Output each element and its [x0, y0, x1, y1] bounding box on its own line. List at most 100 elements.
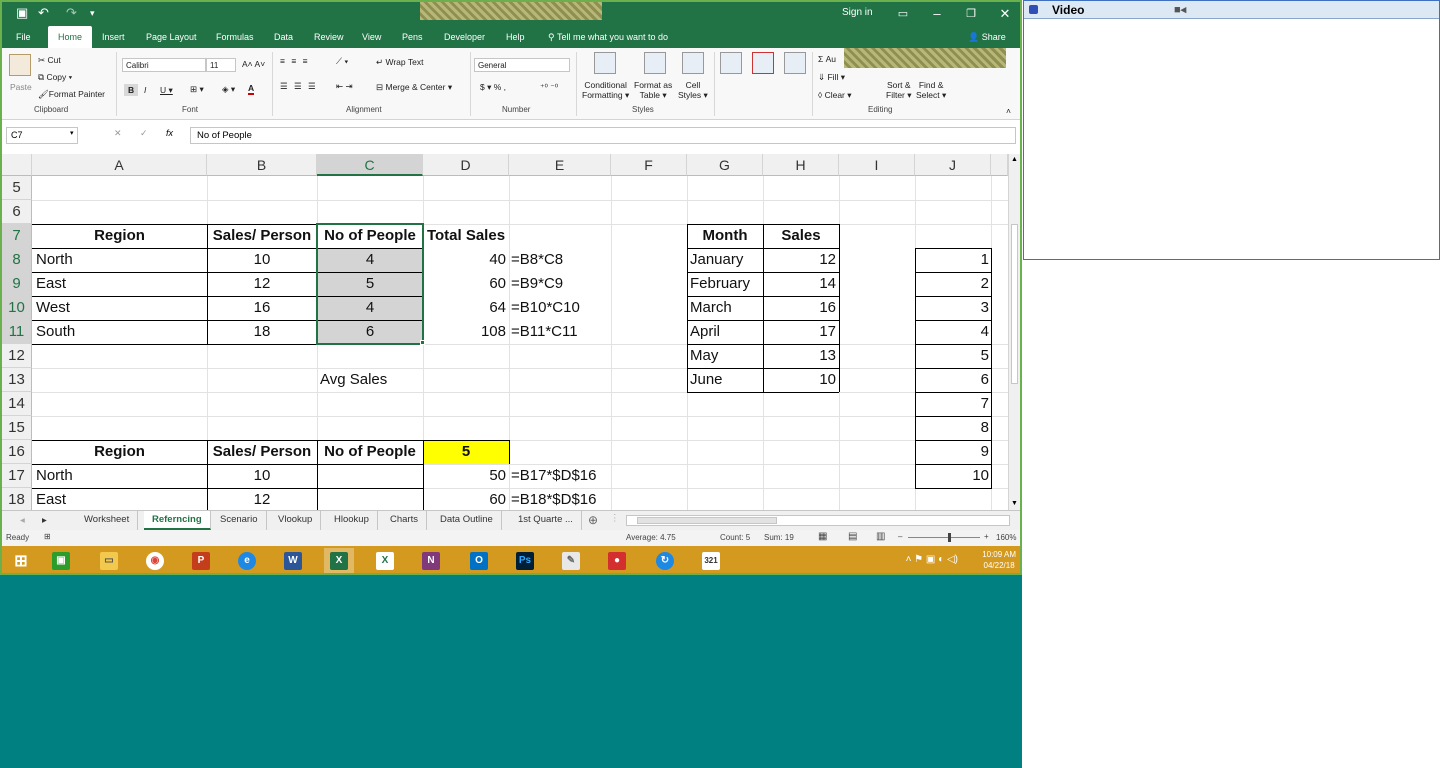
number-format-dropdown[interactable]: General: [474, 58, 570, 72]
cell-j8[interactable]: 1: [915, 248, 989, 272]
file-explorer-app[interactable]: ▭: [94, 548, 124, 573]
bold-button[interactable]: B: [124, 84, 139, 96]
formula-input[interactable]: No of People: [190, 127, 1016, 144]
cell-c7[interactable]: No of People: [317, 224, 423, 248]
cell-c10[interactable]: 4: [317, 296, 423, 320]
store-app[interactable]: ▣: [46, 548, 76, 573]
column-header-g[interactable]: G: [687, 154, 763, 176]
next-sheet-icon[interactable]: ▸: [42, 515, 47, 526]
row-header[interactable]: 15: [2, 416, 32, 440]
cell-j11[interactable]: 4: [915, 320, 989, 344]
close-button[interactable]: ✕: [988, 4, 1020, 24]
cell-j12[interactable]: 5: [915, 344, 989, 368]
edge-app[interactable]: e: [232, 548, 262, 573]
row-header[interactable]: 6: [2, 200, 32, 224]
insert-cells-icon[interactable]: [720, 52, 742, 74]
start-button[interactable]: ⊞: [6, 548, 36, 573]
redo-icon[interactable]: ↷: [66, 5, 77, 21]
system-tray-icons[interactable]: ˄ ⚑ ▣ ◐ ◁): [906, 554, 958, 565]
sheet-tab-worksheet[interactable]: Worksheet: [76, 511, 139, 530]
tab-help[interactable]: Help: [500, 26, 531, 48]
cell-d16[interactable]: 5: [423, 440, 509, 464]
column-header-b[interactable]: B: [207, 154, 317, 176]
cell-e9[interactable]: =B9*C9: [511, 272, 563, 296]
voice-recorder-app[interactable]: ●: [602, 548, 632, 573]
decimal-icons[interactable]: ⁺⁰ ⁻⁰: [540, 82, 558, 93]
sheet-tab-data-outline[interactable]: Data Outline: [432, 511, 502, 530]
paint-app[interactable]: ✎: [556, 548, 586, 573]
row-header[interactable]: 8: [2, 248, 32, 272]
vertical-align-icons[interactable]: ≡ ≡ ≡: [280, 56, 310, 66]
column-header-f[interactable]: F: [611, 154, 687, 176]
orientation-icon[interactable]: ⟋ ▾: [336, 56, 348, 67]
sheet-tab-referncing[interactable]: Referncing: [144, 511, 211, 530]
wrap-text-button[interactable]: ↵ Wrap Text: [376, 57, 423, 68]
paste-button[interactable]: Paste: [10, 82, 32, 92]
vertical-scrollbar[interactable]: ▲ ▼: [1008, 154, 1020, 512]
cell-h11[interactable]: 17: [763, 320, 836, 344]
fill-button[interactable]: ⇓ Fill ▾: [818, 72, 845, 83]
chrome-app[interactable]: ◉: [140, 548, 170, 573]
row-header[interactable]: 13: [2, 368, 32, 392]
cell-c8[interactable]: 4: [317, 248, 423, 272]
worksheet-grid[interactable]: A B C D E F G H I J 5 6 7 8 9 10 11 12 1…: [2, 154, 1008, 510]
sheet-tab-charts[interactable]: Charts: [382, 511, 427, 530]
customize-qat-icon[interactable]: ▾: [90, 8, 95, 19]
cell-d7[interactable]: Total Sales: [423, 224, 509, 248]
cell-b7[interactable]: Sales/ Person: [207, 224, 317, 248]
cell-a7[interactable]: Region: [32, 224, 207, 248]
conditional-formatting-button[interactable]: Conditional Formatting ▾: [582, 80, 629, 101]
cell-d10[interactable]: 64: [423, 296, 506, 320]
scroll-thumb[interactable]: [1011, 224, 1018, 384]
clock[interactable]: 10:09 AM 04/22/18: [982, 549, 1016, 571]
select-all-corner[interactable]: [2, 154, 32, 176]
cell-e10[interactable]: =B10*C10: [511, 296, 580, 320]
cell-j15[interactable]: 8: [915, 416, 989, 440]
excel-app-2[interactable]: X: [370, 548, 400, 573]
cell-g12[interactable]: May: [690, 344, 718, 368]
row-header[interactable]: 7: [2, 224, 32, 248]
cell-h12[interactable]: 13: [763, 344, 836, 368]
cell-b9[interactable]: 12: [207, 272, 317, 296]
borders-icon[interactable]: ⊞ ▾: [190, 84, 204, 95]
outlook-app[interactable]: O: [464, 548, 494, 573]
video-header[interactable]: Video ■◂: [1024, 1, 1439, 19]
cell-d17[interactable]: 50: [423, 464, 506, 488]
cell-b18[interactable]: 12: [207, 488, 317, 510]
cell-a9[interactable]: East: [36, 272, 66, 296]
cell-g13[interactable]: June: [690, 368, 723, 392]
clear-button[interactable]: ◊ Clear ▾: [818, 90, 852, 101]
name-box-dropdown-icon[interactable]: ▾: [70, 129, 74, 137]
zoom-level[interactable]: 160%: [996, 533, 1016, 542]
format-as-table-icon[interactable]: [644, 52, 666, 74]
format-painter-button[interactable]: 🖌Format Painter: [38, 89, 105, 100]
undo-icon[interactable]: ↶: [38, 5, 49, 21]
column-header-e[interactable]: E: [509, 154, 611, 176]
cell-h9[interactable]: 14: [763, 272, 836, 296]
cell-g7[interactable]: Month: [687, 224, 763, 248]
cell-c9[interactable]: 5: [317, 272, 423, 296]
row-header[interactable]: 10: [2, 296, 32, 320]
cell-g8[interactable]: January: [690, 248, 743, 272]
underline-button[interactable]: U ▾: [160, 85, 173, 96]
cell-a8[interactable]: North: [36, 248, 73, 272]
sheet-tab-vlookup[interactable]: Vlookup: [270, 511, 322, 530]
powerpoint-app[interactable]: P: [186, 548, 216, 573]
cell-h8[interactable]: 12: [763, 248, 836, 272]
tab-pens[interactable]: Pens: [396, 26, 429, 48]
sheet-tab-1st-quarter[interactable]: 1st Quarte ...: [510, 511, 582, 530]
cell-g9[interactable]: February: [690, 272, 750, 296]
cell-a16[interactable]: Region: [32, 440, 207, 464]
indent-icons[interactable]: ⇤ ⇥: [336, 81, 353, 92]
cell-c16[interactable]: No of People: [317, 440, 423, 464]
zoom-slider[interactable]: [908, 537, 980, 538]
tab-file[interactable]: File: [10, 26, 37, 48]
cell-e11[interactable]: =B11*C11: [511, 320, 578, 344]
cell-d11[interactable]: 108: [423, 320, 506, 344]
sheet-tab-scenario[interactable]: Scenario: [212, 511, 267, 530]
sheet-tab-hlookup[interactable]: Hlookup: [326, 511, 378, 530]
cell-j17[interactable]: 10: [915, 464, 989, 488]
sort-filter-button[interactable]: Sort & Filter ▾: [886, 80, 912, 101]
cell-j13[interactable]: 6: [915, 368, 989, 392]
cell-j14[interactable]: 7: [915, 392, 989, 416]
